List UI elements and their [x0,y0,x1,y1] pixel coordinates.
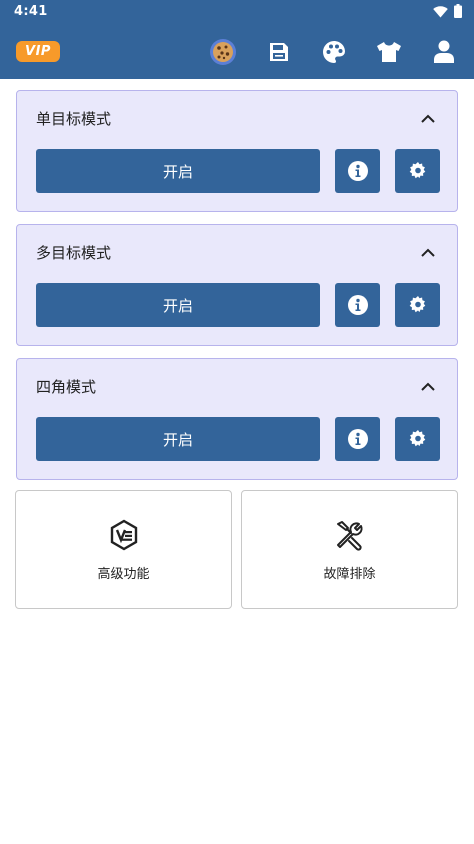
app-bar: 4:41 VIP [0,0,474,79]
settings-button[interactable] [395,417,440,461]
info-icon [347,295,368,315]
single-target-mode-card: 单目标模式 开启 [16,90,458,212]
open-button[interactable]: 开启 [36,417,320,461]
palette-icon[interactable] [320,38,348,66]
advanced-features-icon [108,519,140,551]
info-icon [347,161,368,181]
tile-label: 故障排除 [323,567,376,582]
info-button[interactable] [335,149,380,193]
card-title: 单目标模式 [36,110,112,128]
cookie-icon[interactable] [209,38,237,66]
wifi-icon [433,3,448,22]
open-button[interactable]: 开启 [36,149,320,193]
gear-icon [409,430,425,447]
user-icon[interactable] [430,38,458,66]
gear-icon [409,296,425,313]
card-title: 多目标模式 [36,244,112,262]
chevron-up-icon[interactable] [419,244,437,262]
multi-target-mode-card: 多目标模式 开启 [16,224,458,346]
gear-icon [409,162,425,179]
card-title: 四角模式 [36,378,97,396]
save-icon[interactable] [265,38,293,66]
troubleshooting-tile[interactable]: 故障排除 [241,490,458,609]
battery-icon [454,3,462,22]
tile-label: 高级功能 [97,567,150,582]
shirt-icon[interactable] [375,38,403,66]
settings-button[interactable] [395,149,440,193]
status-bar: 4:41 [0,0,474,24]
info-icon [347,429,368,449]
advanced-features-tile[interactable]: 高级功能 [15,490,232,609]
info-button[interactable] [335,283,380,327]
chevron-up-icon[interactable] [419,378,437,396]
vip-badge[interactable]: VIP [16,41,60,62]
chevron-up-icon[interactable] [419,110,437,128]
tools-icon [334,519,366,551]
open-button[interactable]: 开启 [36,283,320,327]
status-time: 4:41 [14,4,48,19]
info-button[interactable] [335,417,380,461]
four-corner-mode-card: 四角模式 开启 [16,358,458,480]
status-icons [433,3,462,22]
settings-button[interactable] [395,283,440,327]
